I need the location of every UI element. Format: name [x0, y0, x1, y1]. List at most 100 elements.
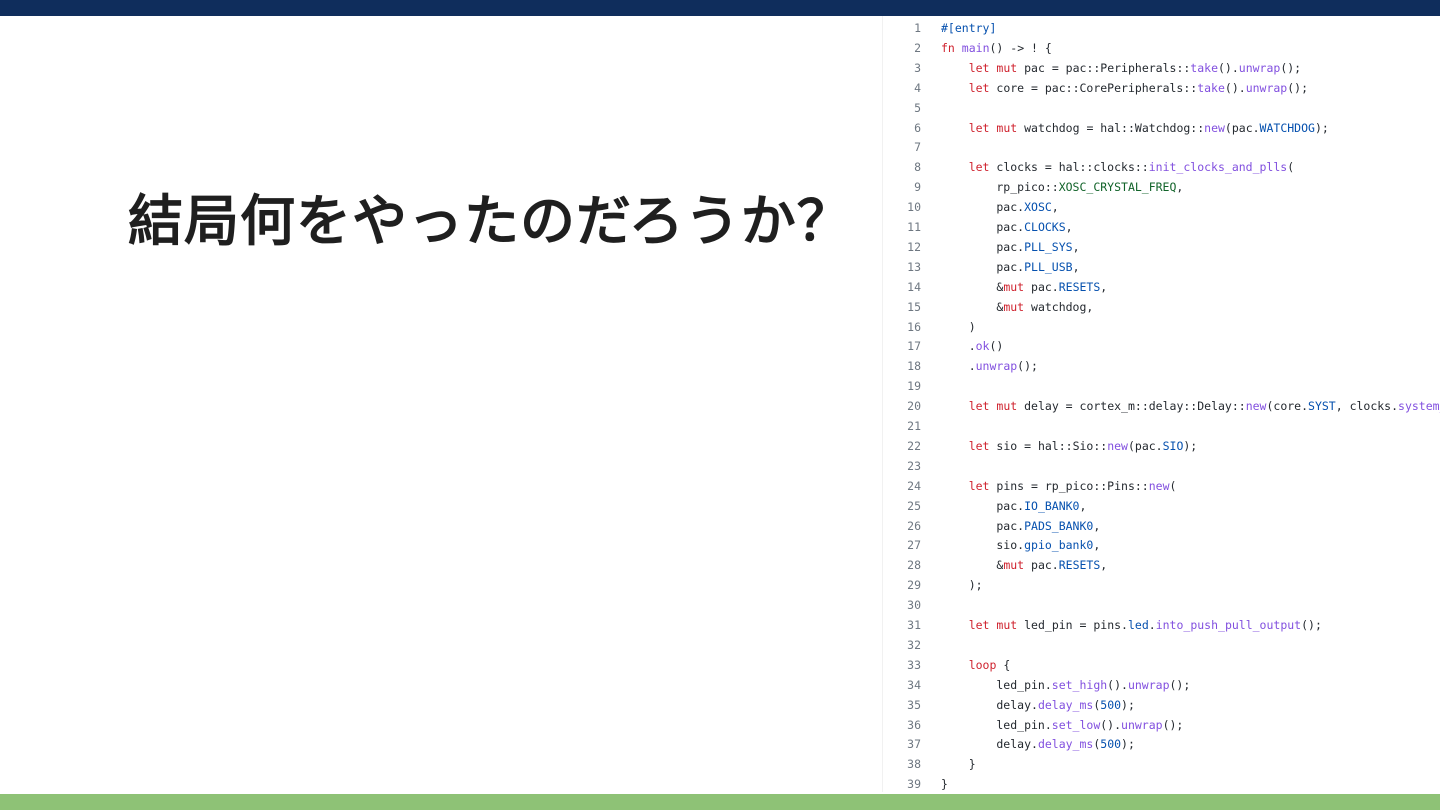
code-line: 13 pac.PLL_USB,	[883, 257, 1440, 277]
line-code: let mut led_pin = pins.led.into_push_pul…	[941, 615, 1322, 635]
code-line: 21	[883, 416, 1440, 436]
code-token: let	[968, 120, 990, 135]
bottom-accent-bar	[0, 794, 1440, 810]
line-code: .unwrap();	[941, 356, 1038, 376]
code-token: pac.	[1024, 279, 1059, 294]
code-token: let	[968, 80, 990, 95]
line-number: 11	[907, 220, 921, 234]
code-token: &	[941, 299, 1004, 314]
code-line: 33 loop {	[883, 655, 1440, 675]
code-token: .	[941, 359, 976, 374]
code-token: PLL_SYS	[1024, 239, 1073, 254]
code-line: 15 &mut watchdog,	[883, 297, 1440, 317]
line-number: 28	[907, 558, 921, 573]
code-token: mut	[1003, 299, 1025, 314]
line-code: delay.delay_ms(500);	[941, 734, 1135, 754]
code-token: pac.	[1024, 558, 1059, 573]
line-number: 2	[914, 40, 921, 55]
line-code: &mut pac.RESETS,	[941, 555, 1107, 575]
code-token: ,	[1100, 558, 1108, 573]
code-token: fn	[941, 40, 955, 55]
code-token: new	[1245, 399, 1267, 414]
code-line: 8 let clocks = hal::clocks::init_clocks_…	[883, 157, 1440, 177]
line-number: 1	[914, 21, 921, 35]
line-number: 36	[907, 717, 921, 732]
code-token: (pac.	[1127, 438, 1163, 453]
code-token: ,	[1065, 220, 1073, 234]
code-token: unwrap	[1127, 677, 1170, 692]
line-code: )	[941, 317, 976, 337]
line-number: 25	[907, 498, 921, 513]
line-number: 18	[907, 359, 921, 374]
code-token: take	[1197, 80, 1225, 95]
line-number: 24	[907, 478, 921, 493]
code-token: ();	[1169, 677, 1191, 692]
code-line: 14 &mut pac.RESETS,	[883, 277, 1440, 297]
code-token: ().	[1224, 80, 1246, 95]
line-number: 23	[907, 458, 921, 473]
code-token: ,	[1072, 239, 1080, 254]
code-token: let	[968, 438, 990, 453]
code-token: WATCHDOG	[1259, 120, 1315, 135]
code-token: gpio_bank0	[1024, 538, 1094, 553]
code-token: take	[1190, 60, 1218, 75]
line-number: 6	[914, 120, 921, 135]
line-number: 5	[914, 100, 921, 115]
line-code: let sio = hal::Sio::new(pac.SIO);	[941, 436, 1198, 456]
code-line: 2 fn main() -> ! {	[883, 38, 1440, 58]
code-token: let	[968, 618, 990, 632]
code-token: ,	[1100, 279, 1108, 294]
code-token: .	[941, 339, 976, 354]
line-code: let mut pac = pac::Peripherals::take().u…	[941, 58, 1301, 78]
code-token: {	[996, 657, 1011, 672]
code-token: pins = rp_pico::Pins::	[989, 478, 1149, 493]
code-token: RESETS	[1058, 279, 1101, 294]
line-code: &mut watchdog,	[941, 297, 1093, 317]
code-line: 20 let mut delay = cortex_m::delay::Dela…	[883, 396, 1440, 416]
line-code: led_pin.set_high().unwrap();	[941, 675, 1190, 695]
code-token: clocks = hal::clocks::	[989, 160, 1149, 175]
code-line: 24 let pins = rp_pico::Pins::new(	[883, 476, 1440, 496]
line-code: delay.delay_ms(500);	[941, 695, 1135, 715]
code-token: ,	[1093, 518, 1101, 533]
code-token: PADS_BANK0	[1024, 518, 1094, 533]
line-code: fn main() -> ! {	[941, 38, 1052, 58]
code-token: ,	[1079, 498, 1087, 513]
code-token: ,	[1093, 538, 1101, 553]
code-token: sio = hal::Sio::	[989, 438, 1108, 453]
code-token: pac = pac::Peripherals::	[1017, 60, 1191, 75]
line-number: 32	[907, 637, 921, 652]
code-line: 1 #[entry]	[883, 18, 1440, 38]
code-token: ();	[1162, 717, 1184, 732]
code-token: )	[941, 319, 976, 334]
line-code: let clocks = hal::clocks::init_clocks_an…	[941, 157, 1294, 177]
line-number: 31	[907, 618, 921, 632]
code-token: ok	[975, 339, 990, 354]
code-token: rp_pico::	[941, 180, 1059, 195]
code-token: () -> ! {	[989, 40, 1052, 55]
line-code: sio.gpio_bank0,	[941, 535, 1100, 555]
code-token: );	[1121, 697, 1135, 712]
code-token: delay = cortex_m::delay::Delay::	[1017, 399, 1246, 414]
line-code: let core = pac::CorePeripherals::take().…	[941, 78, 1308, 98]
code-token: into_push_pull_output	[1155, 618, 1302, 632]
code-line: 7	[883, 137, 1440, 157]
line-code: );	[941, 575, 983, 595]
code-line: 34 led_pin.set_high().unwrap();	[883, 675, 1440, 695]
code-token: delay.	[941, 737, 1038, 752]
code-token: set_low	[1051, 717, 1101, 732]
code-line: 32	[883, 635, 1440, 655]
line-number: 8	[914, 160, 921, 175]
line-code: led_pin.set_low().unwrap();	[941, 715, 1183, 735]
code-token: 500	[1100, 697, 1122, 712]
line-number: 34	[907, 677, 921, 692]
code-line: 27 sio.gpio_bank0,	[883, 535, 1440, 555]
line-code: let pins = rp_pico::Pins::new(	[941, 476, 1177, 496]
line-number: 17	[907, 339, 921, 354]
code-line: 23	[883, 456, 1440, 476]
code-token: let	[968, 160, 990, 175]
code-line: 5	[883, 98, 1440, 118]
code-line: 16 )	[883, 317, 1440, 337]
